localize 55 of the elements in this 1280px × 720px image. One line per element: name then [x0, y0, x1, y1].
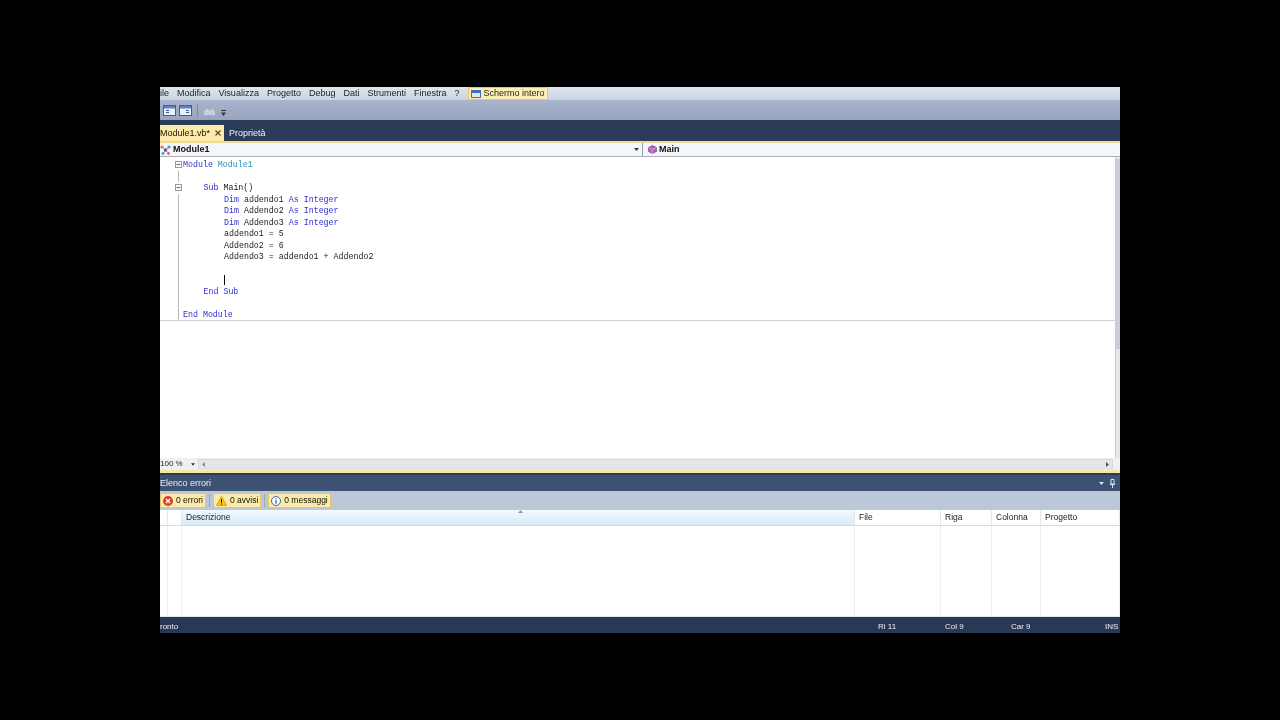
collapse-icon[interactable]: [175, 161, 182, 169]
warning-icon: [215, 495, 227, 506]
panel-title: Elenco errori: [160, 478, 213, 488]
code-line: Dim Addendo3 As Integer: [224, 216, 339, 228]
menu-item[interactable]: Strumenti: [367, 89, 406, 98]
code-line: Sub Main(): [203, 182, 254, 194]
code-line: Module Module1: [183, 159, 253, 171]
menu-item[interactable]: Finestra: [414, 89, 447, 98]
dropdown-arrow-icon[interactable]: [221, 109, 226, 116]
tab[interactable]: Proprietà: [228, 125, 269, 141]
status-message: ronto: [160, 623, 180, 631]
cursor-character: Car 9: [1011, 623, 1032, 631]
insert-mode: INS: [1105, 623, 1119, 631]
cursor-column: Col 9: [945, 623, 1011, 631]
error-filter-button[interactable]: 0 avvisi: [212, 493, 262, 508]
type-dropdown[interactable]: Module1: [160, 143, 643, 156]
tab[interactable]: Module1.vb*: [160, 125, 225, 141]
menu-item[interactable]: Modifica: [177, 89, 211, 98]
code-line: addendo1 = 5: [224, 228, 284, 240]
code-line: Dim Addendo2 As Integer: [224, 205, 339, 217]
left-arrow-icon[interactable]: [202, 461, 205, 467]
info-icon: [271, 495, 282, 506]
menu-item[interactable]: Debug: [308, 89, 336, 98]
nodes-icon: [160, 144, 171, 155]
caret-icon[interactable]: [634, 148, 639, 151]
caret-icon[interactable]: [191, 462, 195, 466]
caret-icon[interactable]: [1099, 481, 1104, 485]
cube-icon: [648, 145, 657, 154]
code-line: Addendo3 = addendo1 + Addendo2: [224, 251, 374, 263]
window-icon[interactable]: [163, 104, 176, 116]
error-icon: [163, 495, 173, 506]
menu-item[interactable]: ?: [454, 89, 460, 98]
menu-item[interactable]: ile: [160, 89, 169, 98]
vertical-scrollbar[interactable]: [1115, 157, 1120, 458]
error-filter-button[interactable]: 0 errori: [160, 493, 206, 508]
pin-icon[interactable]: [1110, 478, 1115, 488]
cursor-line: Ri 11: [878, 623, 898, 631]
error-filter-button[interactable]: 0 messaggi: [268, 493, 331, 508]
menu-item[interactable]: Visualizza: [218, 89, 259, 98]
code-line: Dim addendo1 As Integer: [224, 193, 339, 205]
code-line: End Sub: [203, 285, 239, 297]
close-icon[interactable]: [215, 130, 222, 136]
code-line: End Module: [183, 308, 233, 320]
member-dropdown[interactable]: Main: [643, 143, 1120, 156]
window-icon[interactable]: [179, 104, 192, 116]
menu-item[interactable]: Progetto: [266, 89, 301, 98]
collapse-icon[interactable]: [175, 184, 182, 192]
fullscreen-button[interactable]: Schermo intero: [467, 87, 548, 100]
menu-item[interactable]: Dati: [343, 89, 360, 98]
right-arrow-icon[interactable]: [1106, 461, 1109, 467]
code-line: Addendo2 = 6: [224, 239, 284, 251]
column-header[interactable]: Descrizione: [182, 510, 855, 525]
horizontal-scrollbar[interactable]: [198, 459, 1113, 469]
window-icon: [470, 89, 481, 98]
zoom-dropdown[interactable]: 100 %: [160, 460, 198, 468]
